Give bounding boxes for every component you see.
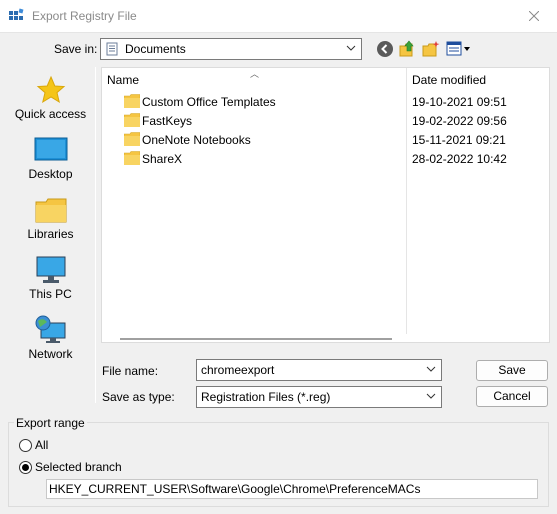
place-label: Libraries — [27, 227, 74, 241]
radio-all[interactable] — [19, 439, 32, 452]
file-list[interactable]: ︿ Name Date modified Custom Office Templ… — [101, 67, 550, 343]
title-bar: Export Registry File — [0, 0, 557, 33]
documents-icon — [106, 42, 118, 56]
window-title: Export Registry File — [32, 9, 137, 23]
place-this-pc[interactable]: This PC — [6, 255, 95, 301]
close-button[interactable] — [511, 0, 557, 32]
file-name: FastKeys — [142, 114, 193, 128]
places-bar: Quick access Desktop Libraries This PC N… — [6, 67, 96, 403]
file-name-value: chromeexport — [201, 363, 275, 377]
radio-selected-branch[interactable] — [19, 461, 32, 474]
file-name: Custom Office Templates — [142, 95, 276, 109]
folder-icon — [124, 132, 140, 146]
file-name-input[interactable]: chromeexport — [196, 359, 442, 381]
sort-ascending-icon: ︿ — [250, 69, 260, 79]
list-item[interactable]: Custom Office Templates 19-10-2021 09:51 — [102, 93, 551, 111]
column-header-date[interactable]: Date modified — [412, 73, 486, 87]
scrollbar-thumb[interactable] — [120, 338, 392, 340]
place-libraries[interactable]: Libraries — [6, 195, 95, 241]
chevron-down-icon — [426, 393, 436, 399]
file-date: 15-11-2021 09:21 — [412, 133, 506, 147]
save-button[interactable]: Save — [476, 360, 548, 381]
new-folder-icon[interactable] — [422, 40, 440, 58]
save-in-dropdown[interactable]: Documents — [100, 38, 362, 60]
file-name: OneNote Notebooks — [142, 133, 251, 147]
file-name-label: File name: — [102, 364, 159, 378]
network-icon — [35, 315, 65, 343]
place-quick-access[interactable]: Quick access — [6, 75, 95, 121]
close-icon — [529, 11, 539, 21]
place-label: Desktop — [28, 167, 73, 181]
branch-path-value: HKEY_CURRENT_USER\Software\Google\Chrome… — [49, 482, 421, 496]
save-in-value: Documents — [125, 42, 186, 56]
branch-path-input[interactable]: HKEY_CURRENT_USER\Software\Google\Chrome… — [46, 479, 538, 499]
place-network[interactable]: Network — [6, 315, 95, 361]
place-label: Network — [28, 347, 73, 361]
view-menu-icon[interactable] — [446, 40, 472, 58]
folder-icon — [124, 94, 140, 108]
file-date: 19-10-2021 09:51 — [412, 95, 507, 109]
export-range-title: Export range — [14, 416, 87, 430]
folder-icon — [124, 151, 140, 165]
place-label: Quick access — [14, 107, 87, 121]
radio-selected-branch-label[interactable]: Selected branch — [35, 460, 122, 474]
radio-all-label[interactable]: All — [35, 438, 48, 452]
file-date: 19-02-2022 09:56 — [412, 114, 507, 128]
file-date: 28-02-2022 10:42 — [412, 152, 507, 166]
chevron-down-icon — [346, 45, 356, 51]
list-item[interactable]: ShareX 28-02-2022 10:42 — [102, 150, 551, 168]
save-as-type-label: Save as type: — [102, 390, 175, 404]
column-header-name[interactable]: Name — [107, 73, 139, 87]
list-item[interactable]: OneNote Notebooks 15-11-2021 09:21 — [102, 131, 551, 149]
chevron-down-icon — [426, 366, 436, 372]
registry-icon — [9, 8, 24, 20]
horizontal-scrollbar[interactable] — [105, 338, 545, 342]
libraries-icon — [35, 198, 66, 223]
save-as-type-select[interactable]: Registration Files (*.reg) — [196, 386, 442, 408]
list-item[interactable]: FastKeys 19-02-2022 09:56 — [102, 112, 551, 130]
back-icon[interactable] — [376, 40, 394, 58]
file-name: ShareX — [142, 152, 183, 166]
save-in-label: Save in: — [54, 42, 98, 56]
this-pc-icon — [36, 256, 65, 283]
place-label: This PC — [29, 287, 72, 301]
save-as-type-value: Registration Files (*.reg) — [201, 390, 331, 404]
up-folder-icon[interactable] — [399, 40, 417, 58]
folder-icon — [124, 113, 140, 127]
cancel-button[interactable]: Cancel — [476, 386, 548, 407]
star-icon — [36, 75, 65, 104]
desktop-icon — [34, 137, 67, 161]
place-desktop[interactable]: Desktop — [6, 135, 95, 181]
